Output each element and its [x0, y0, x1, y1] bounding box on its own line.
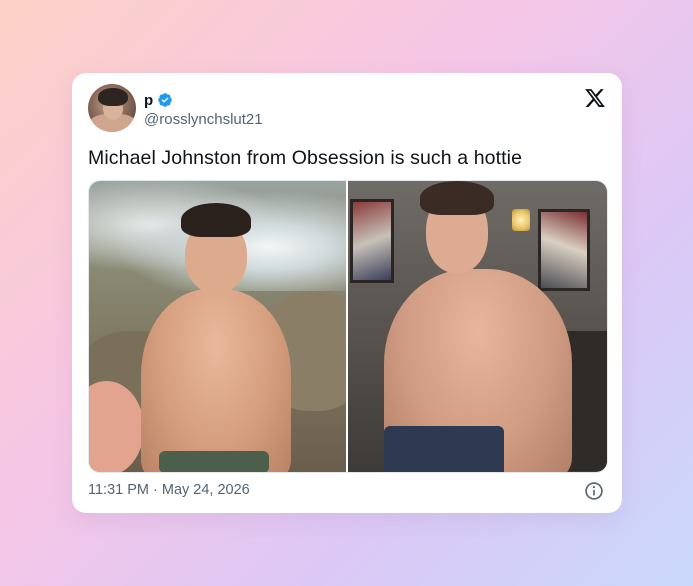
- tweet-card: p @rosslynchslut21 Michael Johnston from…: [72, 73, 622, 513]
- display-name[interactable]: p: [144, 92, 153, 109]
- verified-badge-icon: [158, 93, 173, 107]
- tweet-photo-1[interactable]: [89, 181, 346, 472]
- info-icon[interactable]: [584, 481, 604, 501]
- author-handle[interactable]: @rosslynchslut21: [144, 111, 263, 128]
- avatar[interactable]: [88, 84, 136, 132]
- author-row: p: [144, 90, 173, 110]
- x-logo-icon[interactable]: [584, 87, 606, 109]
- tweet-timestamp[interactable]: 11:31 PM · May 24, 2026: [88, 482, 250, 498]
- tweet-photo-2[interactable]: [348, 181, 607, 472]
- media-grid: [88, 180, 608, 473]
- tweet-text: Michael Johnston from Obsession is such …: [88, 147, 523, 169]
